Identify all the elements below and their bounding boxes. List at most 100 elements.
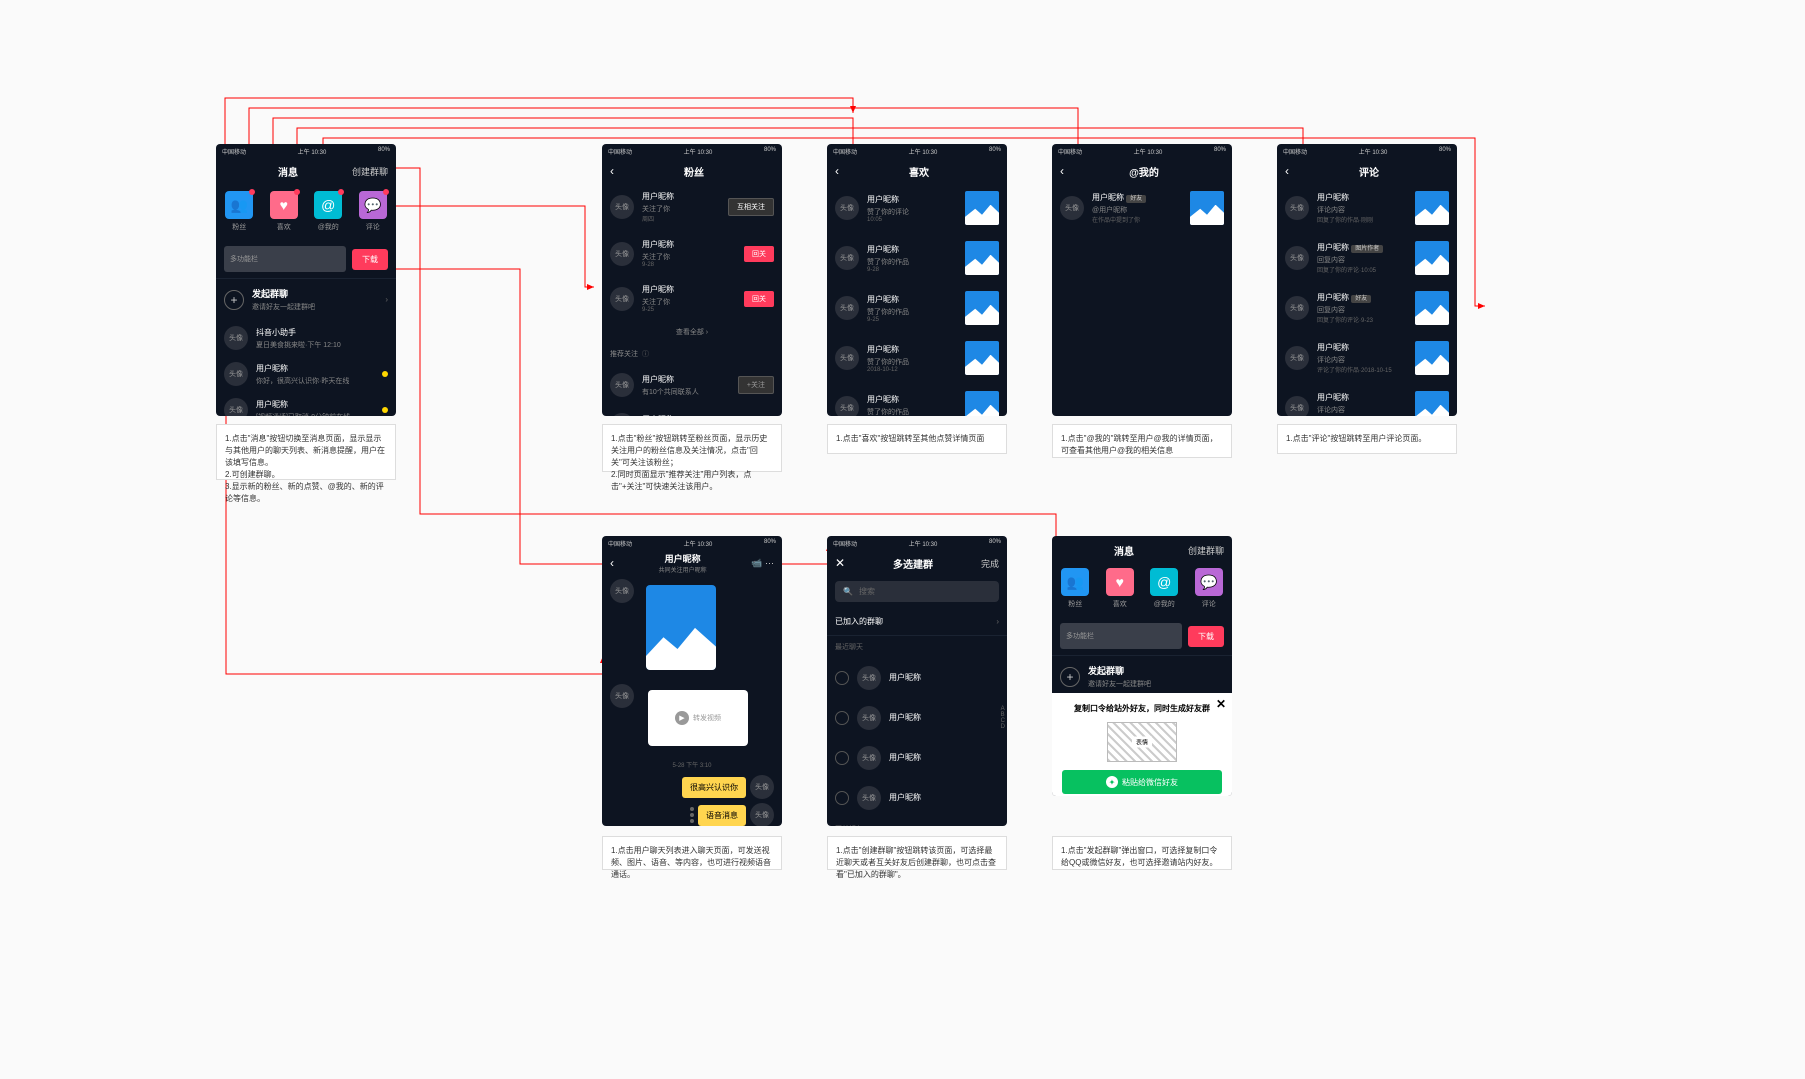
start-group-chat[interactable]: +发起群聊邀请好友一起建群吧 (1052, 655, 1232, 697)
tab-comments[interactable]: 💬评论 (1195, 568, 1223, 609)
radio-button[interactable] (835, 791, 849, 805)
friend-tag: 好友 (1126, 195, 1146, 203)
video-call-button[interactable]: 📹 ⋯ (751, 558, 774, 569)
chat-list-item[interactable]: 头像用户昵称[视频通话]已取消·9分钟前在线 (216, 392, 396, 416)
avatar: 头像 (857, 786, 881, 810)
create-group-button[interactable]: 创建群聊 (1188, 544, 1224, 557)
mention-row[interactable]: 头像用户昵称 好友@用户昵称在作品中提到了你 (1052, 183, 1232, 233)
page-title: 消息 (1060, 543, 1188, 558)
screen-mentions: 中国移动上午 10:3080% ‹@我的 头像用户昵称 好友@用户昵称在作品中提… (1052, 144, 1232, 416)
note-fans: 1.点击"粉丝"按钮跳转至粉丝页面，显示历史关注用户的粉丝信息及关注情况，点击"… (602, 424, 782, 472)
fan-row[interactable]: 头像用户昵称关注了你周四互相关注 (602, 183, 782, 231)
tab-mentions[interactable]: @@我的 (314, 191, 342, 232)
avatar: 头像 (224, 326, 248, 350)
follow-back-button[interactable]: 互相关注 (728, 198, 774, 216)
timestamp: 5-28 下午 3:10 (602, 756, 782, 773)
start-group-chat[interactable]: +发起群聊邀请好友一起建群吧› (216, 278, 396, 320)
author-tag: 图片作者 (1351, 245, 1383, 253)
comment-icon: 💬 (359, 191, 387, 219)
tab-comments[interactable]: 💬评论 (359, 191, 387, 232)
rec-row[interactable]: 头像用户昵称有10个共同联系人+关注 (602, 365, 782, 405)
like-row[interactable]: 头像用户昵称赞了你的作品9-28 (827, 233, 1007, 283)
contact-row[interactable]: 头像用户昵称 (827, 738, 1007, 778)
download-button[interactable]: 下载 (352, 249, 388, 270)
comment-row[interactable]: 头像用户昵称 图片作者回复内容回复了你的评论·10:05 (1277, 233, 1457, 283)
avatar: 头像 (1285, 346, 1309, 370)
header: ‹喜欢 (827, 159, 1007, 183)
contact-row[interactable]: 头像用户昵称 (827, 658, 1007, 698)
comment-row[interactable]: 头像用户昵称评论内容回复了你的作品·刚刚 (1277, 183, 1457, 233)
note-chat: 1.点击用户聊天列表进入聊天页面，可发送视频、图片、语音、等内容，也可进行视频语… (602, 836, 782, 870)
radio-button[interactable] (835, 711, 849, 725)
like-row[interactable]: 头像用户昵称赞了你的作品9-25 (827, 283, 1007, 333)
tab-fans[interactable]: 👥粉丝 (1061, 568, 1089, 609)
avatar: 头像 (610, 195, 634, 219)
chat-list-item[interactable]: 头像用户昵称你好，很高兴认识你·昨天在线 (216, 356, 396, 392)
avatar: 头像 (610, 413, 634, 416)
joined-groups-row[interactable]: 已加入的群聊› (827, 608, 1007, 636)
radio-button[interactable] (835, 671, 849, 685)
video-thumb (965, 241, 999, 275)
comment-row[interactable]: 头像用户昵称评论内容评论了你的作品·2018-10-15 (1277, 333, 1457, 383)
video-thumb (965, 291, 999, 325)
like-row[interactable]: 头像用户昵称赞了你的作品2018-10-12 (827, 383, 1007, 416)
heart-icon: ♥ (1106, 568, 1134, 596)
header: 消息创建群聊 (216, 159, 396, 183)
online-indicator (382, 371, 388, 377)
contact-row[interactable]: 头像用户昵称ABCD (827, 698, 1007, 738)
download-button[interactable]: 下载 (1188, 626, 1224, 647)
screen-likes: 中国移动上午 10:3080% ‹喜欢 头像用户昵称赞了你的评论10:05 头像… (827, 144, 1007, 416)
video-message[interactable]: ▶转发视频 (648, 690, 748, 746)
fans-icon: 👥 (1061, 568, 1089, 596)
close-button[interactable]: ✕ (835, 556, 845, 570)
avatar: 头像 (610, 287, 634, 311)
avatar: 头像 (1285, 296, 1309, 320)
status-bar: 中国移动上午 10:3080% (1052, 144, 1232, 159)
comment-row[interactable]: 头像用户昵称评论内容评论了你的作品·2018-1-22 (1277, 383, 1457, 416)
avatar: 头像 (610, 373, 634, 397)
rec-row[interactable]: 头像用户昵称通讯录好友·小科+关注 (602, 405, 782, 416)
invite-popup: ✕ 复制口令给站外好友，同时生成好友群 表情 ✦粘贴给微信好友 🐧粘贴给QQ好友… (1052, 693, 1232, 796)
image-message[interactable] (646, 585, 716, 670)
avatar: 头像 (750, 775, 774, 799)
search-input[interactable]: 🔍搜索 (835, 581, 999, 602)
radio-button[interactable] (835, 751, 849, 765)
follow-back-button[interactable]: 回关 (744, 246, 774, 262)
follow-button[interactable]: +关注 (738, 376, 774, 394)
avatar: 头像 (750, 803, 774, 826)
like-row[interactable]: 头像用户昵称赞了你的作品2018-10-12 (827, 333, 1007, 383)
screen-messages: 中国移动上午 10:3080% 消息创建群聊 👥粉丝 ♥喜欢 @@我的 💬评论 … (216, 144, 396, 416)
avatar: 头像 (610, 242, 634, 266)
close-icon[interactable]: ✕ (1216, 697, 1226, 711)
status-bar: 中国移动上午 10:3080% (1277, 144, 1457, 159)
page-title: @我的 (1064, 164, 1224, 179)
note-multi: 1.点击"创建群聊"按钮跳转该页面，可选择最近聊天或者互关好友后创建群聊，也可点… (827, 836, 1007, 870)
video-thumb (1415, 391, 1449, 416)
share-wechat-button[interactable]: ✦粘贴给微信好友 (1062, 770, 1222, 794)
create-group-button[interactable]: 创建群聊 (352, 165, 388, 178)
screen-invite-popup: 消息创建群聊 👥粉丝 ♥喜欢 @@我的 💬评论 多功能栏下载 +发起群聊邀请好友… (1052, 536, 1232, 796)
tab-likes[interactable]: ♥喜欢 (1106, 568, 1134, 609)
avatar: 头像 (857, 706, 881, 730)
tab-mentions[interactable]: @@我的 (1150, 568, 1178, 609)
finish-button[interactable]: 完成 (981, 557, 999, 570)
avatar: 头像 (1285, 396, 1309, 416)
page-title: 消息 (224, 164, 352, 179)
alpha-index[interactable]: ABCD (1001, 706, 1005, 730)
tab-fans[interactable]: 👥粉丝 (225, 191, 253, 232)
see-all-button[interactable]: 查看全部 › (602, 321, 782, 343)
promo-banner: 多功能栏下载 (1060, 623, 1224, 649)
online-indicator (382, 407, 388, 413)
fan-row[interactable]: 头像用户昵称关注了你9-28回关 (602, 231, 782, 276)
follow-back-button[interactable]: 回关 (744, 291, 774, 307)
contact-row[interactable]: 头像用户昵称 (827, 778, 1007, 818)
header: ✕多选建群完成 (827, 551, 1007, 575)
tab-likes[interactable]: ♥喜欢 (270, 191, 298, 232)
like-row[interactable]: 头像用户昵称赞了你的评论10:05 (827, 183, 1007, 233)
sent-voice: 语音消息头像 (602, 801, 782, 826)
screen-multi-select-group: 中国移动上午 10:3080% ✕多选建群完成 🔍搜索 已加入的群聊› 最近聊天… (827, 536, 1007, 826)
video-thumb (1190, 191, 1224, 225)
comment-row[interactable]: 头像用户昵称 好友回复内容回复了你的评论·9-23 (1277, 283, 1457, 333)
fan-row[interactable]: 头像用户昵称关注了你9-25回关 (602, 276, 782, 321)
chat-list-item[interactable]: 头像抖音小助手夏日美食挑来啦·下午 12:10 (216, 320, 396, 356)
